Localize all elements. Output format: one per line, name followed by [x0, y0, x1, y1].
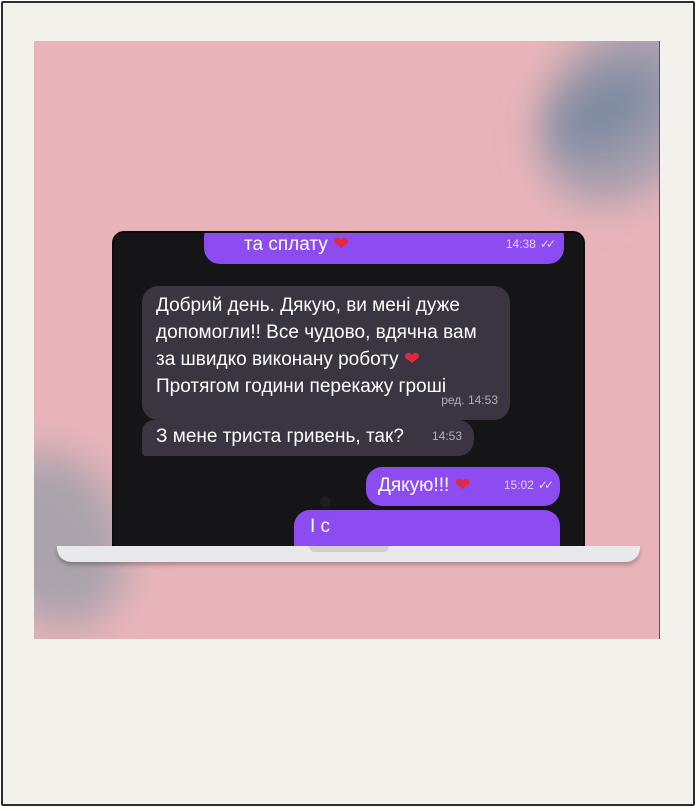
double-check-icon: ✓✓: [539, 237, 556, 251]
heart-icon: ❤: [454, 475, 471, 496]
message-time: ред. 14:53: [441, 393, 498, 407]
message-time: 14:38: [505, 237, 536, 251]
incoming-message[interactable]: З мене триста гривень, так? 14:53: [142, 420, 474, 456]
message-text: З мене триста гривень, так?: [156, 426, 404, 447]
message-text: Дякую!!!: [378, 475, 450, 496]
message-line: Добрий день. Дякую, ви мені дуже: [156, 295, 460, 316]
heart-icon: ❤: [333, 234, 349, 255]
outgoing-message[interactable]: Дякую!!! ❤ 15:02 ✓✓: [366, 467, 560, 506]
outgoing-message[interactable]: І с: [294, 510, 560, 549]
outgoing-message[interactable]: та сплату ❤ 14:38 ✓✓: [204, 233, 564, 264]
message-meta: 15:02 ✓✓: [503, 472, 554, 499]
message-line: допомогли!! Все чудово, вдячна вам: [156, 322, 477, 343]
incoming-message[interactable]: Добрий день. Дякую, ви мені дуже допомог…: [142, 286, 510, 420]
message-text: І с: [310, 516, 331, 537]
laptop-notch: [309, 546, 389, 552]
message-time: 15:02: [503, 478, 534, 492]
message-text: та сплату: [244, 234, 328, 255]
laptop-base: [57, 546, 640, 562]
message-meta: 14:38 ✓✓: [505, 233, 556, 258]
double-check-icon: ✓✓: [537, 478, 554, 492]
heart-icon: ❤: [403, 349, 420, 370]
message-line: за швидко виконану роботу ❤: [156, 349, 420, 370]
laptop-screen: та сплату ❤ 14:38 ✓✓ Добрий день. Дякую, …: [112, 231, 585, 551]
message-time: 14:53: [431, 429, 462, 443]
